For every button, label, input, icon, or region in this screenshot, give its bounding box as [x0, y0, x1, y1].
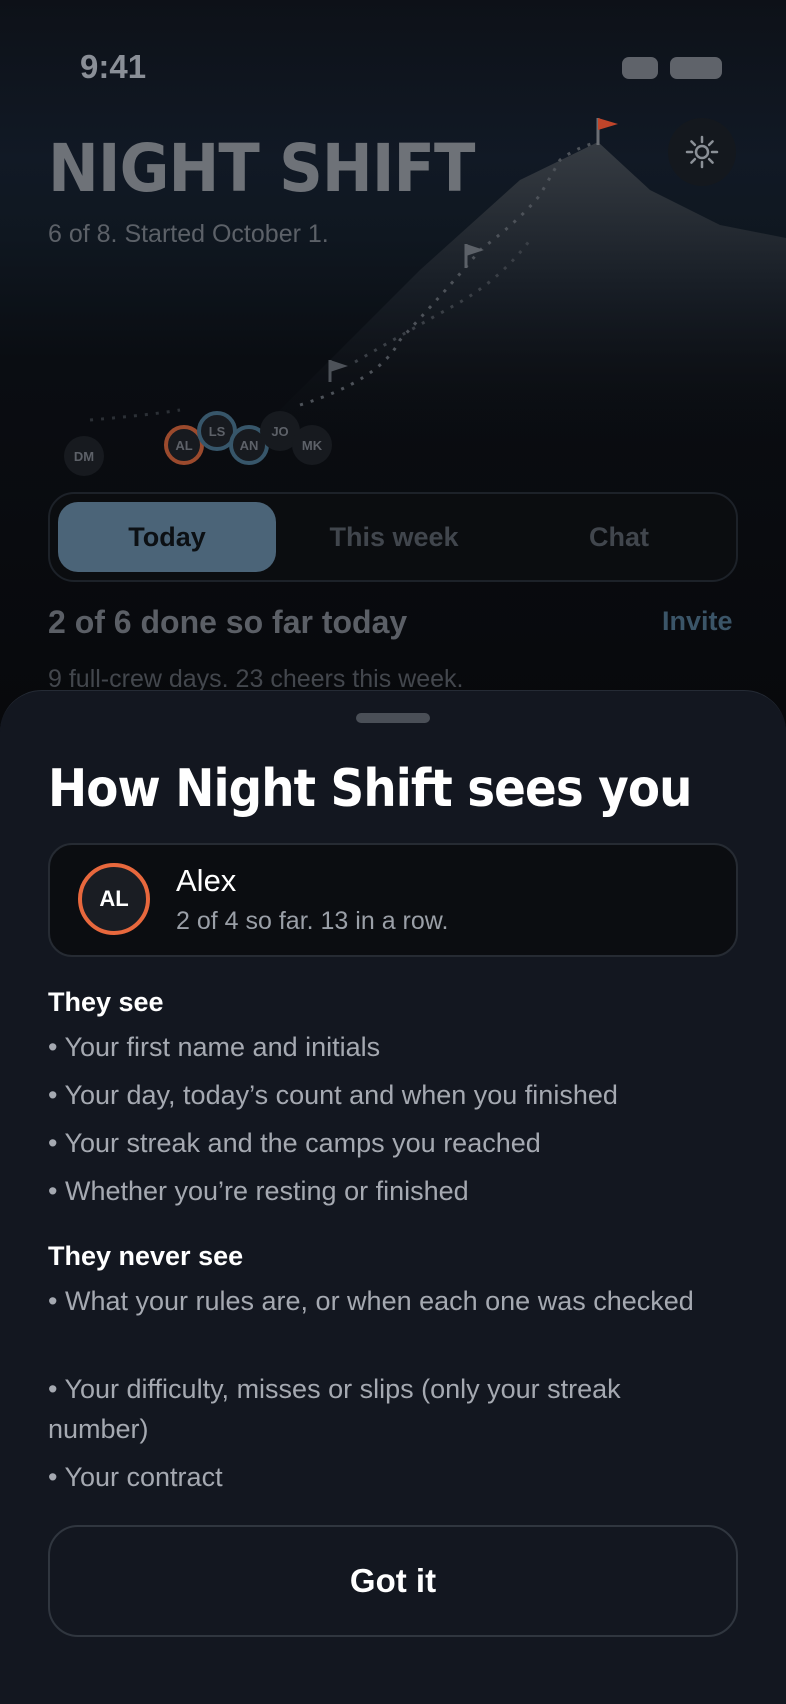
profile-name: Alex	[176, 863, 237, 898]
profile-detail: 2 of 4 so far. 13 in a row.	[176, 907, 449, 935]
list-item: • What your rules are, or when each one …	[48, 1286, 694, 1316]
battery-icon	[670, 57, 722, 79]
list-item: • Your day, today’s count and when you f…	[48, 1080, 618, 1110]
sun-icon	[685, 135, 719, 169]
tab-today[interactable]: Today	[58, 502, 276, 572]
today-progress: 2 of 6 done so far today	[48, 604, 408, 640]
invite-button[interactable]: Invite	[662, 606, 733, 637]
crew-avatar[interactable]: DM	[64, 436, 104, 476]
list-item: • Your streak and the camps you reached	[48, 1128, 541, 1158]
got-it-button[interactable]: Got it	[48, 1525, 738, 1637]
tab-this-week[interactable]: This week	[285, 502, 503, 572]
they-see-heading: They see	[48, 987, 164, 1017]
sheet-grabber[interactable]	[356, 713, 430, 723]
tab-chat[interactable]: Chat	[510, 502, 728, 572]
bottom-sheet: How Night Shift sees you AL Alex 2 of 4 …	[0, 690, 786, 1704]
summit-flag-icon	[596, 118, 618, 145]
profile-card: AL Alex 2 of 4 so far. 13 in a row.	[48, 843, 738, 957]
sheet-title: How Night Shift sees you	[48, 759, 692, 819]
list-item: • Your contract	[48, 1462, 223, 1492]
screen: 9:41 NIGHT SHIFT 6 of 8. Started October…	[0, 0, 786, 1704]
crew-avatar[interactable]: MK	[292, 425, 332, 465]
avatar: AL	[78, 863, 150, 935]
status-time: 9:41	[80, 48, 147, 85]
settings-button[interactable]	[668, 118, 736, 186]
tab-bar: Today This week Chat	[48, 492, 738, 582]
page-title: NIGHT SHIFT	[48, 130, 475, 207]
list-item: • Whether you’re resting or finished	[48, 1176, 469, 1206]
list-item: • Your difficulty, misses or slips (only…	[48, 1374, 621, 1444]
they-never-see-heading: They never see	[48, 1241, 244, 1271]
signal-icon	[622, 57, 658, 79]
list-item: • Your first name and initials	[48, 1032, 381, 1062]
page-subtitle: 6 of 8. Started October 1.	[48, 220, 329, 248]
